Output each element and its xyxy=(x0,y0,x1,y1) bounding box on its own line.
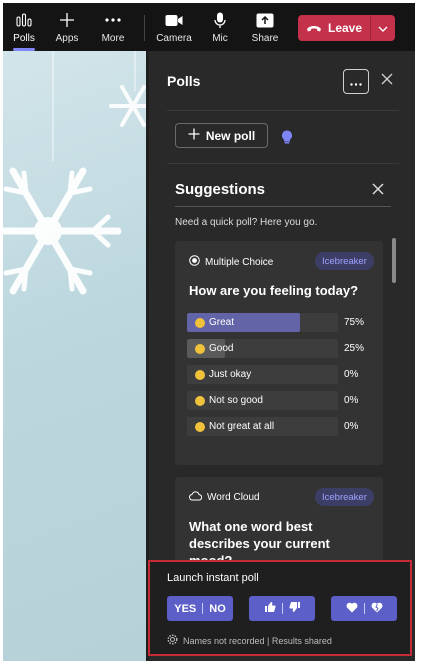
toolbar-polls-label: Polls xyxy=(13,33,35,44)
panel-title: Polls xyxy=(167,73,201,89)
gear-icon[interactable] xyxy=(167,634,178,647)
share-icon xyxy=(255,10,275,30)
camera-icon xyxy=(164,10,184,30)
toolbar-share-label: Share xyxy=(251,33,279,44)
heart-poll-button[interactable] xyxy=(331,596,397,621)
icebreaker-tag: Icebreaker xyxy=(315,488,374,506)
teams-meeting-window: Polls Apps More Camera Mic Share Leave P… xyxy=(3,3,415,661)
option-label: Not so good xyxy=(195,391,263,410)
option-text: Just okay xyxy=(209,369,252,380)
card-type: Word Cloud xyxy=(189,491,260,504)
toolbar-more-button[interactable]: More xyxy=(97,3,129,51)
option-percent: 0% xyxy=(344,421,359,432)
option-label: Just okay xyxy=(195,365,251,384)
more-icon xyxy=(350,74,362,89)
poll-option: Just okay 0% xyxy=(187,365,379,384)
heart-icon xyxy=(346,602,358,616)
toolbar-polls-button[interactable]: Polls xyxy=(7,3,41,51)
toolbar-camera-label: Camera xyxy=(156,33,192,44)
card-type-label: Multiple Choice xyxy=(205,256,274,268)
poll-option: Not so good 0% xyxy=(187,391,379,410)
sad-emoji-icon xyxy=(195,395,205,406)
new-poll-button[interactable]: New poll xyxy=(175,123,268,148)
toolbar-share-button[interactable]: Share xyxy=(250,3,280,51)
launch-footer: Names not recorded | Results shared xyxy=(167,634,332,647)
grin-emoji-icon xyxy=(195,343,205,354)
leave-label: Leave xyxy=(327,21,363,35)
meeting-toolbar: Polls Apps More Camera Mic Share Leave xyxy=(3,3,415,51)
launch-footer-text: Names not recorded | Results shared xyxy=(183,635,332,646)
poll-option: Great 75% xyxy=(187,313,379,332)
leave-button-group: Leave xyxy=(298,15,395,41)
option-percent: 25% xyxy=(344,343,365,354)
scrollbar-thumb[interactable] xyxy=(392,238,396,283)
phone-hangup-icon xyxy=(306,21,322,35)
panel-divider xyxy=(167,110,399,111)
new-poll-label: New poll xyxy=(205,128,256,143)
suggestion-card-multiple-choice[interactable]: Multiple Choice Icebreaker How are you f… xyxy=(175,241,383,465)
toolbar-apps-button[interactable]: Apps xyxy=(51,3,83,51)
more-icon xyxy=(103,10,123,30)
mic-icon xyxy=(210,10,230,30)
toolbar-camera-button[interactable]: Camera xyxy=(156,3,192,51)
launch-instant-poll-title: Launch instant poll xyxy=(167,572,259,584)
option-percent: 0% xyxy=(344,395,359,406)
poll-question: How are you feeling today? xyxy=(189,283,359,298)
toolbar-apps-label: Apps xyxy=(55,33,79,44)
icebreaker-tag: Icebreaker xyxy=(315,252,374,270)
leave-options-button[interactable] xyxy=(371,15,395,41)
leave-button[interactable]: Leave xyxy=(298,15,370,41)
toolbar-more-label: More xyxy=(101,33,125,44)
polls-icon xyxy=(14,10,34,30)
yes-no-poll-button[interactable]: YES NO xyxy=(167,596,233,621)
suggestions-divider xyxy=(175,206,391,207)
smile-emoji-icon xyxy=(195,317,205,328)
suggestions-title: Suggestions xyxy=(175,181,266,198)
option-text: Good xyxy=(209,343,234,354)
panel-close-button[interactable] xyxy=(376,70,398,92)
thumbs-poll-button[interactable] xyxy=(249,596,315,621)
video-background xyxy=(3,51,146,661)
poll-option: Good 25% xyxy=(187,339,379,358)
button-separator xyxy=(281,603,283,614)
card-type: Multiple Choice xyxy=(189,255,273,269)
suggestions-close-button[interactable] xyxy=(371,182,387,198)
panel-divider xyxy=(167,163,399,164)
option-label: Good xyxy=(195,339,233,358)
no-label: NO xyxy=(209,602,226,615)
plus-icon xyxy=(188,128,200,143)
option-label: Great xyxy=(195,313,234,332)
lightbulb-icon[interactable] xyxy=(281,130,293,144)
button-separator xyxy=(363,603,365,614)
option-text: Great xyxy=(209,317,235,328)
option-label: Not great at all xyxy=(195,417,274,436)
chevron-down-icon xyxy=(378,19,388,37)
suggestions-subtitle: Need a quick poll? Here you go. xyxy=(175,217,318,228)
cloud-icon xyxy=(189,491,203,504)
snowflake-decoration xyxy=(3,51,146,295)
close-icon xyxy=(372,183,384,195)
poll-option: Not great at all 0% xyxy=(187,417,379,436)
toolbar-divider xyxy=(144,15,145,41)
yes-label: YES xyxy=(174,602,197,615)
option-percent: 75% xyxy=(344,317,365,328)
panel-more-options-button[interactable] xyxy=(343,69,369,94)
option-text: Not so good xyxy=(209,395,263,406)
thumbs-down-icon xyxy=(288,601,301,616)
radio-button-icon xyxy=(189,255,200,269)
suggestion-card-word-cloud[interactable]: Word Cloud Icebreaker What one word best… xyxy=(175,477,383,567)
close-icon xyxy=(381,72,393,90)
option-percent: 0% xyxy=(344,369,359,380)
card-type-label: Word Cloud xyxy=(207,492,260,503)
thumbs-up-icon xyxy=(264,601,276,616)
option-text: Not great at all xyxy=(209,421,275,432)
button-separator xyxy=(202,603,204,614)
plus-icon xyxy=(57,10,77,30)
toolbar-mic-label: Mic xyxy=(212,33,228,44)
toolbar-mic-button[interactable]: Mic xyxy=(207,3,233,51)
launch-instant-poll-section: Launch instant poll YES NO Names not rec… xyxy=(148,560,412,656)
unhappy-emoji-icon xyxy=(195,421,205,432)
broken-heart-icon xyxy=(371,602,383,616)
neutral-emoji-icon xyxy=(195,369,205,380)
